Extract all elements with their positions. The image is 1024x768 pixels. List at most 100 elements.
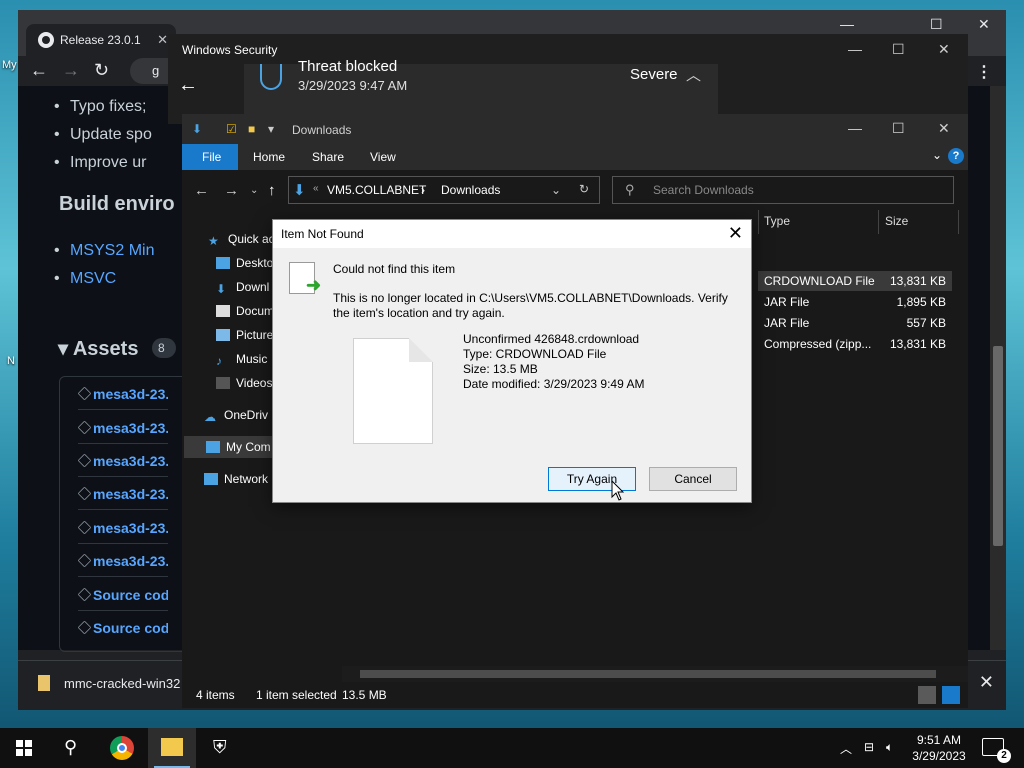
- maximize-icon[interactable]: ☐: [930, 16, 943, 33]
- file-row[interactable]: JAR File 557 KB: [758, 313, 952, 333]
- back-icon[interactable]: ←: [30, 60, 48, 80]
- back-icon[interactable]: ←: [194, 182, 209, 199]
- nav-onedrive[interactable]: ☁ OneDriv: [204, 408, 268, 424]
- nav-downloads[interactable]: ⬇ Downl: [216, 280, 269, 296]
- address-bar[interactable]: g: [130, 58, 170, 84]
- minimize-icon[interactable]: —: [840, 16, 854, 32]
- source-code-link[interactable]: Source code: [78, 611, 168, 644]
- expand-ribbon-icon[interactable]: ⌄: [932, 148, 942, 162]
- new-folder-icon[interactable]: ■: [248, 122, 255, 136]
- horizontal-scrollbar[interactable]: [342, 666, 968, 682]
- download-item[interactable]: mmc-cracked-win32: [38, 675, 180, 691]
- chevron-up-icon[interactable]: ︿: [686, 64, 701, 85]
- search-placeholder: Search Downloads: [653, 183, 754, 197]
- dialog-titlebar: Item Not Found ✕: [273, 220, 751, 248]
- asset-link[interactable]: mesa3d-23.0: [78, 511, 168, 544]
- assets-heading[interactable]: ▾ Assets: [58, 336, 138, 361]
- reload-icon[interactable]: ↻: [94, 60, 109, 80]
- nav-pictures[interactable]: Picture: [216, 328, 273, 342]
- close-icon[interactable]: ✕: [978, 16, 990, 33]
- column-divider[interactable]: [758, 210, 759, 234]
- close-tab-icon[interactable]: ✕: [157, 32, 168, 48]
- maximize-icon[interactable]: ☐: [892, 120, 905, 137]
- network-icon[interactable]: ⊟: [864, 740, 874, 754]
- explorer-taskbar-button[interactable]: [148, 728, 196, 768]
- large-icons-view-icon[interactable]: [942, 686, 960, 704]
- tab-home[interactable]: Home: [253, 150, 285, 164]
- close-download-bar-icon[interactable]: ✕: [979, 672, 994, 693]
- address-bar[interactable]: ⬇ « VM5.COLLABNET › Downloads ⌄ ↻: [288, 176, 600, 204]
- asset-link[interactable]: mesa3d-23.0: [78, 444, 168, 477]
- scrollbar-thumb[interactable]: [993, 346, 1003, 546]
- source-code-link[interactable]: Source code: [78, 578, 168, 611]
- recent-locations-icon[interactable]: ⌄: [250, 185, 258, 196]
- asset-link[interactable]: mesa3d-23.0: [78, 377, 168, 410]
- search-button[interactable]: ⚲: [48, 728, 96, 768]
- forward-icon[interactable]: →: [62, 60, 80, 80]
- threat-time: 3/29/2023 9:47 AM: [298, 78, 408, 93]
- file-row[interactable]: CRDOWNLOAD File 13,831 KB: [758, 271, 952, 291]
- file-row[interactable]: Compressed (zipp... 13,831 KB: [758, 334, 952, 354]
- scrollbar-thumb[interactable]: [360, 670, 936, 678]
- msvc-link[interactable]: MSVC: [54, 270, 116, 288]
- column-header-type[interactable]: Type: [764, 214, 790, 228]
- zip-file-icon: [38, 675, 50, 691]
- chrome-taskbar-button[interactable]: [98, 728, 146, 768]
- properties-icon[interactable]: ☑: [226, 122, 237, 136]
- customize-toolbar-icon[interactable]: ▾: [268, 122, 274, 136]
- file-row[interactable]: JAR File 1,895 KB: [758, 292, 952, 312]
- severity-label: Severe: [630, 66, 678, 83]
- breadcrumb-current[interactable]: Downloads: [441, 183, 500, 197]
- forward-icon[interactable]: →: [224, 182, 239, 199]
- tab-title: Release 23.0.1: [60, 33, 141, 47]
- dialog-detail: This is no longer located in C:\Users\VM…: [333, 291, 728, 320]
- assets-list: mesa3d-23.0 mesa3d-23.0 mesa3d-23.0 mesa…: [59, 376, 189, 652]
- up-icon[interactable]: ↑: [268, 182, 276, 199]
- start-button[interactable]: [0, 728, 48, 768]
- page-scrollbar[interactable]: [990, 86, 1006, 650]
- nav-quick-access[interactable]: ★ Quick ac: [208, 232, 275, 248]
- asset-link[interactable]: mesa3d-23.0: [78, 411, 168, 444]
- package-icon: [78, 486, 92, 501]
- search-icon: ⚲: [64, 737, 78, 757]
- nav-network[interactable]: Network: [204, 472, 268, 486]
- close-icon[interactable]: ✕: [938, 120, 950, 137]
- cancel-button[interactable]: Cancel: [649, 467, 737, 491]
- nav-videos[interactable]: Videos: [216, 376, 272, 390]
- tab-view[interactable]: View: [370, 150, 396, 164]
- notification-icon[interactable]: 2: [982, 738, 1011, 763]
- details-view-icon[interactable]: [918, 686, 936, 704]
- tab-file[interactable]: File: [182, 144, 238, 170]
- asset-link[interactable]: mesa3d-23.0: [78, 477, 168, 510]
- help-icon[interactable]: ?: [948, 148, 964, 164]
- minimize-icon[interactable]: —: [848, 41, 862, 57]
- chevron-up-icon[interactable]: ︿: [840, 740, 852, 757]
- clock[interactable]: 9:51 AM 3/29/2023: [908, 732, 970, 764]
- nav-music[interactable]: ♪ Music: [216, 352, 267, 368]
- minimize-icon[interactable]: —: [848, 120, 862, 136]
- zip-icon: [78, 587, 92, 602]
- close-icon[interactable]: ✕: [938, 41, 950, 58]
- selection-size: 13.5 MB: [342, 688, 387, 702]
- volume-icon[interactable]: 🔈︎: [886, 740, 893, 755]
- column-header-size[interactable]: Size: [885, 214, 908, 228]
- chevron-down-icon[interactable]: ⌄: [551, 183, 561, 197]
- search-input[interactable]: ⚲ Search Downloads: [612, 176, 954, 204]
- tab-release[interactable]: Release 23.0.1 ✕: [26, 24, 176, 56]
- maximize-icon[interactable]: ☐: [892, 41, 905, 58]
- refresh-icon[interactable]: ↻: [579, 182, 589, 196]
- breadcrumb-parent[interactable]: VM5.COLLABNET: [327, 183, 426, 197]
- column-divider[interactable]: [878, 210, 879, 234]
- column-divider[interactable]: [958, 210, 959, 234]
- breadcrumb-overflow[interactable]: «: [313, 183, 319, 194]
- security-taskbar-button[interactable]: ⛨: [198, 728, 246, 768]
- window-title: Windows Security: [182, 43, 278, 57]
- tab-share[interactable]: Share: [312, 150, 344, 164]
- menu-icon[interactable]: ⋮: [976, 62, 992, 82]
- back-arrow-icon[interactable]: ←: [178, 74, 198, 97]
- asset-link[interactable]: mesa3d-23.0: [78, 544, 168, 577]
- nav-documents[interactable]: Docum: [216, 304, 274, 318]
- nav-desktop[interactable]: Deskto: [216, 256, 273, 270]
- close-icon[interactable]: ✕: [728, 223, 743, 244]
- msys2-link[interactable]: MSYS2 Min: [54, 242, 155, 260]
